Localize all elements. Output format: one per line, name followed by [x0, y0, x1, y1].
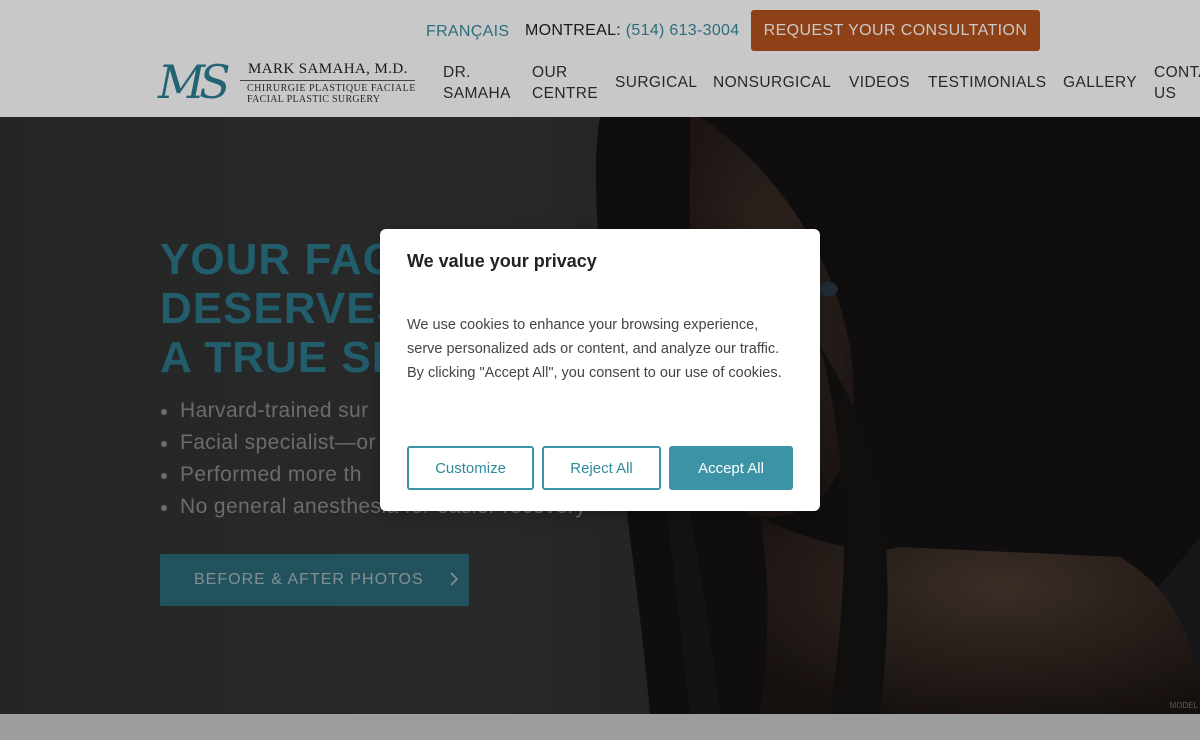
- phone-number-link[interactable]: (514) 613-3004: [626, 22, 740, 39]
- nav-item-testimonials[interactable]: TESTIMONIALS: [928, 72, 1046, 93]
- before-after-photos-button[interactable]: BEFORE & AFTER PHOTOS: [160, 554, 469, 606]
- nav-item-videos[interactable]: VIDEOS: [849, 72, 910, 93]
- nav-label: CENTRE: [532, 85, 599, 102]
- phone-info: MONTREAL: (514) 613-3004: [525, 22, 739, 40]
- customize-button[interactable]: Customize: [407, 446, 534, 490]
- nav-label: DR.: [443, 64, 471, 81]
- nav-item-gallery[interactable]: GALLERY: [1063, 72, 1137, 93]
- nav-label: US: [1154, 85, 1177, 102]
- nav-item-our-centre[interactable]: OUR CENTRE: [532, 62, 598, 104]
- before-after-photos-label: BEFORE & AFTER PHOTOS: [194, 571, 424, 588]
- accept-all-button[interactable]: Accept All: [669, 446, 793, 490]
- hero-title-line-1: YOUR FAC: [160, 235, 396, 284]
- nav-label: OUR: [532, 64, 568, 81]
- main-nav: DR. SAMAHA OUR CENTRE SURGICAL NONSURGIC…: [0, 62, 1200, 106]
- page-bottom-strip: [0, 714, 1200, 740]
- cookie-dialog-text: We use cookies to enhance your browsing …: [407, 317, 782, 381]
- hero-title-line-2: DESERVES: [160, 284, 407, 333]
- nav-item-nonsurgical[interactable]: NONSURGICAL: [713, 72, 831, 93]
- phone-label: MONTREAL:: [525, 22, 622, 39]
- cookie-dialog-title: We value your privacy: [407, 251, 597, 271]
- reject-all-button[interactable]: Reject All: [542, 446, 661, 490]
- site-header: FRANÇAIS MONTREAL: (514) 613-3004 REQUES…: [0, 0, 1200, 117]
- nav-label: SAMAHA: [443, 85, 511, 102]
- nav-item-dr-samaha[interactable]: DR. SAMAHA: [443, 62, 511, 104]
- chevron-right-icon: [450, 572, 459, 586]
- hero-title: YOUR FAC DESERVES A TRUE SP: [160, 235, 407, 382]
- nav-item-contact-us[interactable]: CONTA US: [1154, 62, 1200, 104]
- cookie-consent-dialog: We value your privacy We use cookies to …: [380, 229, 820, 511]
- nav-label: CONTA: [1154, 64, 1200, 81]
- hero-title-line-3: A TRUE SP: [160, 333, 403, 382]
- request-consultation-button[interactable]: REQUEST YOUR CONSULTATION: [751, 10, 1040, 51]
- top-bar: FRANÇAIS MONTREAL: (514) 613-3004 REQUES…: [0, 10, 1200, 51]
- nav-item-surgical[interactable]: SURGICAL: [615, 72, 697, 93]
- model-disclaimer: MODEL: [1169, 701, 1198, 710]
- language-link[interactable]: FRANÇAIS: [426, 23, 509, 41]
